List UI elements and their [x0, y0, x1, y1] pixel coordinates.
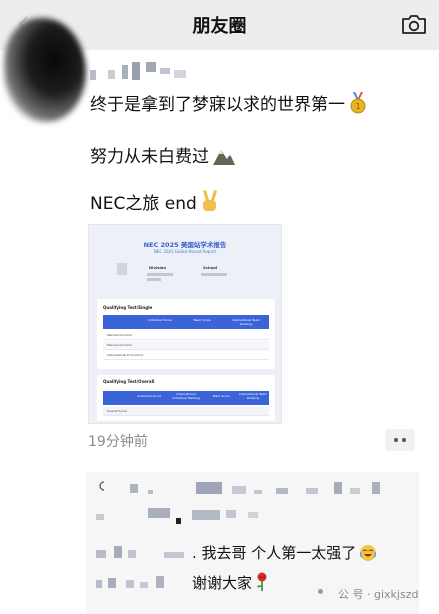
qualifying-overall-card: Qualifying Test/Overall Individual Score…: [97, 375, 275, 421]
redacted-division-2: [147, 278, 161, 281]
col-individual-score: Individual Score: [148, 318, 172, 322]
post-text-line-2: 努力从未白费过: [90, 142, 236, 167]
table-row: International Economics: [103, 351, 269, 360]
col-individual-score: Individual Score: [137, 394, 161, 398]
report-title: NEC 2025 美国站学术报告: [143, 241, 227, 249]
redacted-school: [201, 273, 227, 276]
col-individual-ranking: International Individual Ranking: [172, 392, 200, 400]
dot-icon: [402, 438, 406, 442]
gold-medal-icon: 1: [350, 92, 366, 114]
avatar[interactable]: [4, 18, 86, 122]
row-label: International Economics: [107, 353, 144, 357]
comment-text: 谢谢大家: [192, 572, 269, 593]
comment-text: . 我去哥 个人第一太强了: [192, 542, 377, 563]
post-image-report[interactable]: NEC 2025 美国站学术报告 NEC 2025 Global Round R…: [88, 224, 282, 424]
mountain-icon: [213, 150, 235, 165]
table-row: Overall Score: [103, 407, 269, 416]
watermark-dot-icon: [318, 589, 323, 594]
qualifying-single-card: Qualifying Test/Single Individual Score …: [97, 299, 275, 369]
post-time: 19分钟前: [88, 434, 148, 450]
post-text-line-3: NEC之旅 end: [90, 189, 218, 214]
table-row: Macroeconomics: [103, 341, 269, 350]
redacted-photo: [117, 263, 127, 275]
dot-icon: [394, 438, 398, 442]
watermark-text: 公 号 · gixkjszd: [338, 588, 419, 601]
heart-icon: [99, 481, 105, 491]
row-label: Macroeconomics: [107, 333, 133, 337]
section-overall-label: Qualifying Test/Overall: [103, 379, 155, 384]
rose-icon: [257, 572, 267, 591]
more-actions-button[interactable]: [385, 429, 415, 451]
redacted-division: [147, 273, 173, 276]
username-redacted[interactable]: [90, 62, 200, 84]
crying-laughing-icon: [360, 545, 377, 561]
col-team-score: Team Score: [193, 318, 211, 322]
section-single-label: Qualifying Test/Single: [103, 305, 153, 310]
row-label: Macroeconomics: [107, 343, 133, 347]
col-team-score: Team Score: [212, 394, 230, 398]
table-row: Macroeconomics: [103, 331, 269, 340]
col-team-ranking: International Team Ranking: [231, 318, 261, 326]
victory-hand-icon: [202, 190, 217, 211]
division-label: Division: [149, 265, 167, 270]
col-team-ranking: International Team Ranking: [238, 392, 268, 400]
row-label: Overall Score: [107, 409, 128, 413]
table-single-header: Individual Score Team Score Internationa…: [103, 315, 269, 329]
svg-text:1: 1: [355, 102, 360, 111]
report-subtitle: NEC 2025 Global Round Report: [153, 249, 217, 254]
camera-icon[interactable]: [401, 13, 427, 35]
table-overall-header: Individual Score International Individua…: [103, 391, 269, 405]
school-label: School: [203, 265, 218, 270]
post-text-line-1: 终于是拿到了梦寐以求的世界第一 1: [90, 90, 368, 115]
